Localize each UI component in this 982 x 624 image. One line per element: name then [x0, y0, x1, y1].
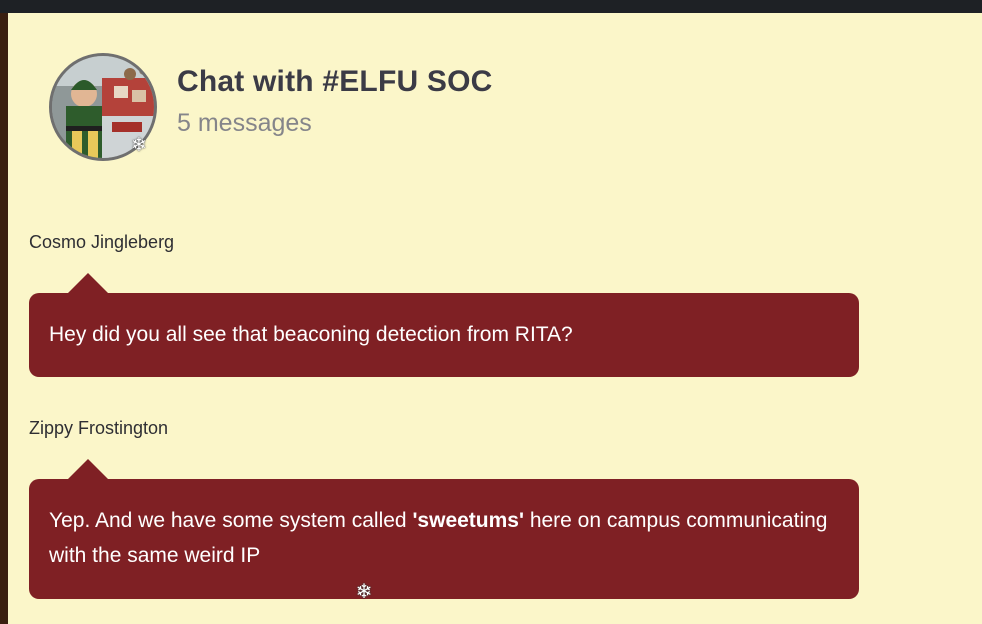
chat-title: Chat with #ELFU SOC: [177, 65, 493, 98]
message-text: Hey did you all see that beaconing detec…: [49, 323, 573, 346]
message-text-start: Yep. And we have some system called: [49, 509, 413, 532]
message-sender: Cosmo Jingleberg: [29, 232, 175, 252]
system-name: 'sweetums': [412, 509, 524, 532]
message-bubble: Yep. And we have some system called 'swe…: [29, 459, 859, 599]
window-top-bar: [0, 0, 982, 13]
message-bubble: Hey did you all see that beaconing detec…: [29, 273, 859, 377]
snowflake-icon: ❄: [355, 581, 373, 603]
left-edge-border: [0, 13, 8, 624]
message-count: 5 messages: [177, 109, 312, 137]
snowflake-icon: ❄: [131, 135, 147, 156]
chat-panel: ❄ Chat with #ELFU SOC 5 messages Cosmo J…: [8, 13, 982, 624]
message-sender: Zippy Frostington: [29, 418, 169, 438]
